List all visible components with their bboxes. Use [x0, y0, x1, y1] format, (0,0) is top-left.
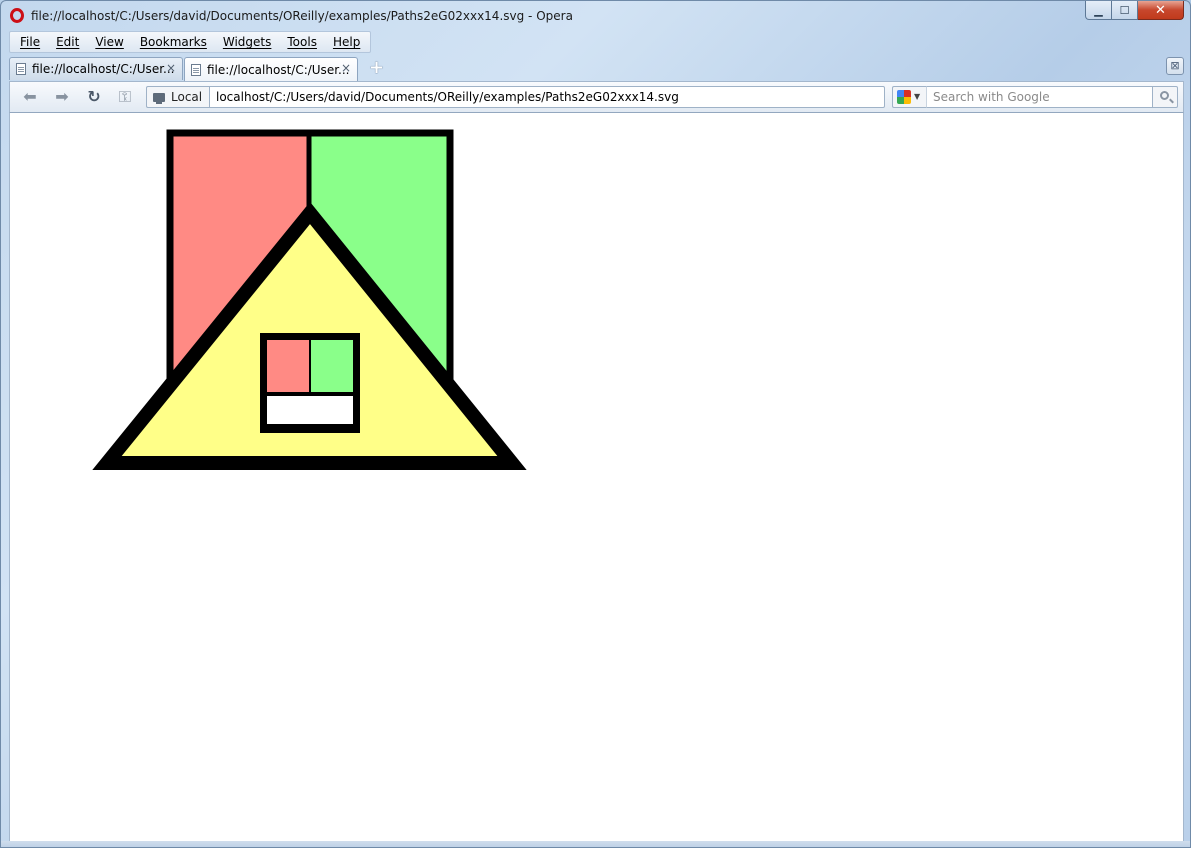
- menu-edit[interactable]: Edit: [48, 32, 87, 52]
- menu-view[interactable]: View: [87, 32, 131, 52]
- site-info-badge[interactable]: Local: [146, 86, 210, 108]
- tab-2[interactable]: file://localhost/C:/User... ×: [184, 57, 358, 81]
- new-tab-icon[interactable]: +: [369, 59, 385, 77]
- address-field[interactable]: localhost/C:/Users/david/Documents/OReil…: [209, 86, 885, 108]
- search-input[interactable]: Search with Google: [926, 86, 1153, 108]
- chevron-down-icon: ▼: [914, 92, 921, 101]
- menu-tools[interactable]: Tools: [279, 32, 325, 52]
- opera-logo-icon: [10, 8, 24, 23]
- back-icon[interactable]: ⬅: [20, 88, 40, 106]
- tab-label: file://localhost/C:/User...: [207, 62, 350, 77]
- search-icon: [1160, 91, 1169, 100]
- browser-window: file://localhost/C:/Users/david/Document…: [0, 0, 1191, 848]
- site-info-label: Local: [171, 90, 203, 104]
- tab-label: file://localhost/C:/User...: [32, 62, 175, 76]
- document-icon: [191, 63, 201, 76]
- menu-help[interactable]: Help: [325, 32, 368, 52]
- menu-bar: File Edit View Bookmarks Widgets Tools H…: [9, 31, 372, 53]
- tab-1[interactable]: file://localhost/C:/User... ×: [9, 57, 183, 80]
- menu-widgets[interactable]: Widgets: [215, 32, 280, 52]
- maximize-button[interactable]: ☐: [1112, 1, 1138, 20]
- search-button[interactable]: [1153, 86, 1178, 108]
- tab-close-icon[interactable]: ×: [341, 61, 351, 75]
- maximize-icon: ☐: [1119, 3, 1130, 17]
- minimize-icon: ▁: [1094, 3, 1103, 17]
- window-white-pane: [267, 396, 353, 424]
- window-controls: ▁ ☐ ✕: [1085, 1, 1184, 21]
- monitor-icon: [153, 92, 165, 104]
- svg-drawing: [92, 129, 527, 470]
- reload-icon[interactable]: ↻: [84, 88, 104, 106]
- minimize-button[interactable]: ▁: [1085, 1, 1112, 20]
- menu-file[interactable]: File: [12, 32, 48, 52]
- document-icon: [16, 63, 26, 75]
- window-red-pane: [267, 340, 309, 392]
- title-bar: file://localhost/C:/Users/david/Document…: [1, 1, 1190, 31]
- google-icon: [897, 90, 911, 104]
- tab-bar: file://localhost/C:/User... × file://loc…: [9, 57, 1184, 81]
- search-engine-selector[interactable]: ▼: [892, 86, 926, 108]
- close-icon: ✕: [1155, 2, 1166, 18]
- page-content: [9, 113, 1184, 841]
- closed-tabs-trash-icon[interactable]: ⊠: [1166, 57, 1184, 75]
- window-bottom-border: [1, 841, 1190, 847]
- tab-close-icon[interactable]: ×: [166, 61, 176, 75]
- key-icon[interactable]: ⚿: [115, 88, 135, 106]
- forward-icon[interactable]: ➡: [52, 88, 72, 106]
- window-title: file://localhost/C:/Users/david/Document…: [31, 9, 573, 23]
- menu-bookmarks[interactable]: Bookmarks: [132, 32, 215, 52]
- navigation-bar: ⬅ ➡ ↻ ⚿ Local localhost/C:/Users/david/D…: [9, 81, 1184, 113]
- window-green-pane: [311, 340, 353, 392]
- close-button[interactable]: ✕: [1138, 1, 1184, 20]
